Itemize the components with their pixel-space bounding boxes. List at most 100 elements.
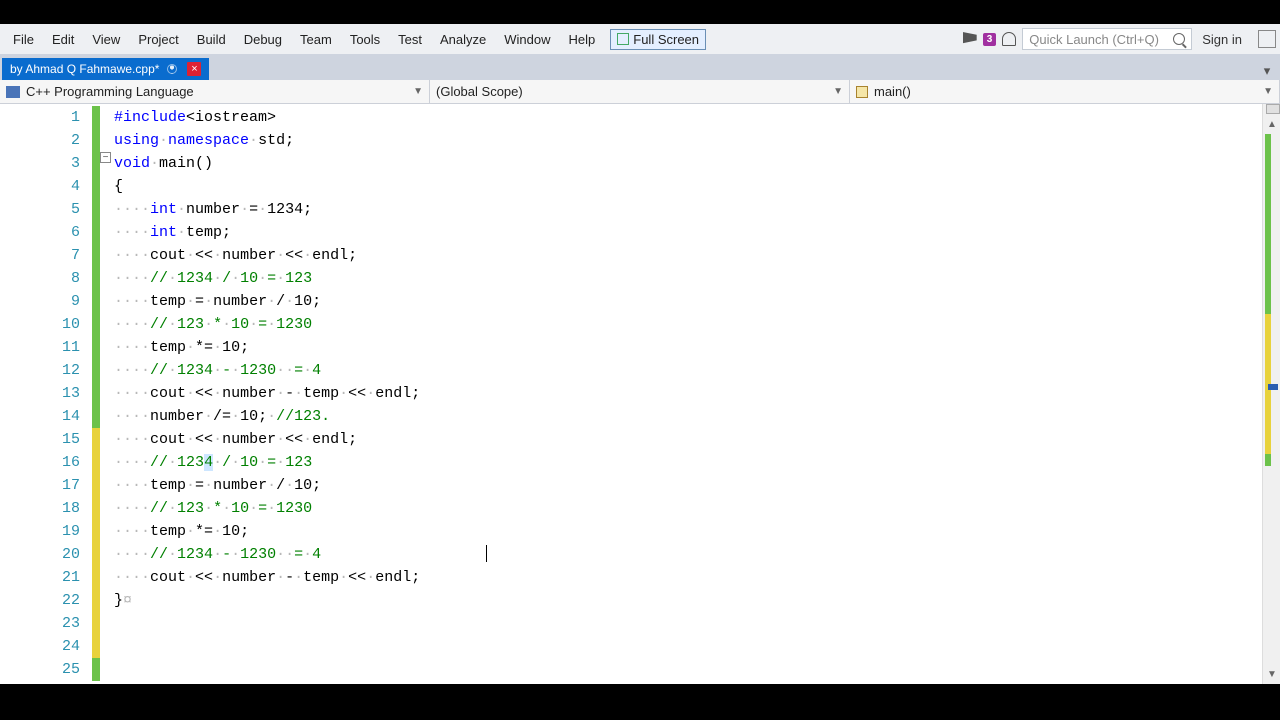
line-number: 17 [0, 474, 80, 497]
notification-count[interactable]: 3 [983, 33, 997, 46]
menu-build[interactable]: Build [188, 28, 235, 51]
code-line[interactable]: ····//·123·*·10·=·1230 [114, 313, 1262, 336]
fullscreen-button[interactable]: Full Screen [610, 29, 706, 50]
change-indicator [92, 382, 100, 405]
code-line[interactable]: ····cout·<<·number·<<·endl; [114, 244, 1262, 267]
change-indicator [92, 405, 100, 428]
document-tab[interactable]: by Ahmad Q Fahmawe.cpp* × [2, 58, 209, 80]
line-number-gutter: 1234567891011121314151617181920212223242… [0, 104, 100, 684]
change-indicator [92, 566, 100, 589]
close-tab-icon[interactable]: × [187, 62, 201, 76]
line-number: 12 [0, 359, 80, 382]
code-line[interactable]: ····//·1234·/·10·=·123 [114, 451, 1262, 474]
split-handle-icon[interactable] [1266, 104, 1280, 114]
line-number: 11 [0, 336, 80, 359]
line-number: 1 [0, 106, 80, 129]
menu-view[interactable]: View [83, 28, 129, 51]
pin-icon[interactable] [167, 64, 177, 74]
code-line[interactable]: ····temp·=·number·/·10; [114, 290, 1262, 313]
code-area[interactable]: #include<iostream>using·namespace·std;vo… [114, 104, 1262, 684]
line-number: 6 [0, 221, 80, 244]
change-indicator [92, 658, 100, 681]
code-line[interactable]: }¤ [114, 589, 1262, 612]
line-number: 22 [0, 589, 80, 612]
change-indicator [92, 543, 100, 566]
line-number: 13 [0, 382, 80, 405]
code-line[interactable]: ····temp·*=·10; [114, 336, 1262, 359]
code-line[interactable]: #include<iostream> [114, 106, 1262, 129]
chevron-down-icon: ▼ [1263, 86, 1273, 97]
navigation-bar: C++ Programming Language ▼ (Global Scope… [0, 80, 1280, 104]
document-tab-title: by Ahmad Q Fahmawe.cpp* [10, 62, 159, 76]
code-line[interactable]: ····temp·*=·10; [114, 520, 1262, 543]
menu-analyze[interactable]: Analyze [431, 28, 495, 51]
language-dropdown[interactable]: C++ Programming Language ▼ [0, 80, 430, 103]
flag-icon[interactable] [963, 32, 977, 46]
scroll-down-icon[interactable]: ▼ [1263, 666, 1280, 682]
menu-edit[interactable]: Edit [43, 28, 83, 51]
code-line[interactable]: ····int·temp; [114, 221, 1262, 244]
sign-in-link[interactable]: Sign in [1192, 32, 1252, 47]
line-number: 10 [0, 313, 80, 336]
change-indicator [92, 336, 100, 359]
change-indicator [92, 106, 100, 129]
menu-file[interactable]: File [4, 28, 43, 51]
code-line[interactable]: ····number·/=·10;·//123. [114, 405, 1262, 428]
line-number: 24 [0, 635, 80, 658]
feedback-icon[interactable] [1002, 32, 1016, 46]
code-line[interactable]: ····cout·<<·number·<<·endl; [114, 428, 1262, 451]
code-line[interactable]: ····temp·=·number·/·10; [114, 474, 1262, 497]
code-line[interactable]: ····//·123·*·10·=·1230 [114, 497, 1262, 520]
change-indicator [92, 428, 100, 451]
fold-toggle-icon[interactable]: − [100, 152, 111, 163]
text-cursor [486, 545, 487, 562]
change-indicator [92, 267, 100, 290]
caret-position-marker [1268, 384, 1278, 390]
menu-tools[interactable]: Tools [341, 28, 389, 51]
menu-team[interactable]: Team [291, 28, 341, 51]
code-line[interactable]: ····int·number·=·1234; [114, 198, 1262, 221]
function-dropdown[interactable]: main() ▼ [850, 80, 1280, 103]
code-line[interactable]: ····//·1234·/·10·=·123 [114, 267, 1262, 290]
fold-column: − [100, 104, 114, 684]
line-number: 25 [0, 658, 80, 681]
line-number: 15 [0, 428, 80, 451]
line-number: 20 [0, 543, 80, 566]
language-label: C++ Programming Language [26, 84, 194, 99]
code-line[interactable]: ····//·1234·-·1230··=·4 [114, 359, 1262, 382]
quick-launch-input[interactable]: Quick Launch (Ctrl+Q) [1022, 28, 1192, 50]
change-indicator [92, 451, 100, 474]
line-number: 8 [0, 267, 80, 290]
change-indicator [92, 359, 100, 382]
line-number: 3 [0, 152, 80, 175]
change-indicator [92, 612, 100, 635]
scroll-up-icon[interactable]: ▲ [1263, 116, 1280, 132]
change-indicator [92, 290, 100, 313]
change-overview-green [1265, 134, 1271, 314]
tab-dropdown-icon[interactable]: ▾ [1258, 62, 1276, 80]
menu-debug[interactable]: Debug [235, 28, 291, 51]
code-line[interactable]: { [114, 175, 1262, 198]
code-line[interactable]: void·main() [114, 152, 1262, 175]
change-indicator [92, 635, 100, 658]
code-line[interactable]: ····cout·<<·number·-·temp·<<·endl; [114, 566, 1262, 589]
menu-test[interactable]: Test [389, 28, 431, 51]
menu-project[interactable]: Project [129, 28, 187, 51]
change-indicator [92, 129, 100, 152]
change-indicator [92, 589, 100, 612]
code-editor[interactable]: 1234567891011121314151617181920212223242… [0, 104, 1280, 684]
vertical-scrollbar[interactable]: ▲ ▼ [1262, 104, 1280, 684]
line-number: 4 [0, 175, 80, 198]
change-indicator [92, 244, 100, 267]
scope-dropdown[interactable]: (Global Scope) ▼ [430, 80, 850, 103]
menu-window[interactable]: Window [495, 28, 559, 51]
function-label: main() [874, 84, 911, 99]
line-number: 14 [0, 405, 80, 428]
code-line[interactable]: ····cout·<<·number·-·temp·<<·endl; [114, 382, 1262, 405]
menu-help[interactable]: Help [560, 28, 605, 51]
code-line[interactable]: ····//·1234·-·1230··=·4 [114, 543, 1262, 566]
line-number: 7 [0, 244, 80, 267]
code-line[interactable]: using·namespace·std; [114, 129, 1262, 152]
window-maximize-icon[interactable] [1258, 30, 1276, 48]
change-indicator [92, 497, 100, 520]
